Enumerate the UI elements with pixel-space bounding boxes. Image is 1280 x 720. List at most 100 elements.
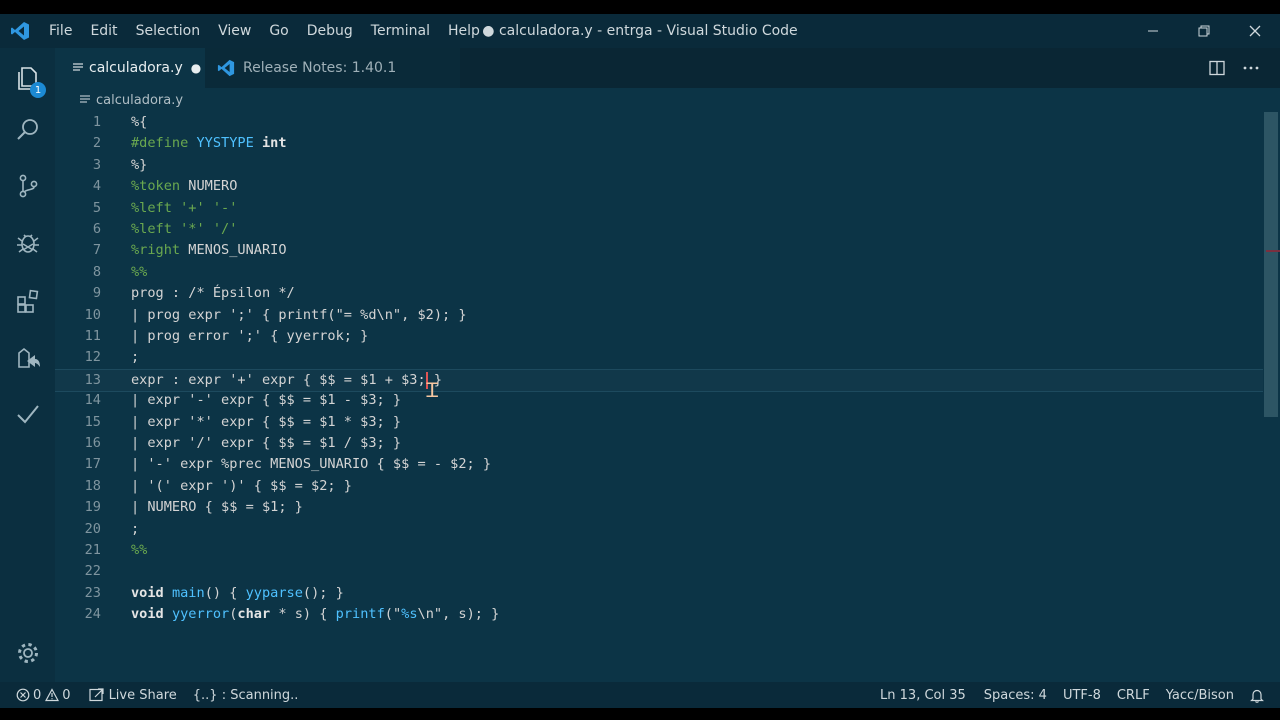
code-line[interactable]: 9 prog : /* Épsilon */ [55, 283, 1263, 304]
menu-help[interactable]: Help [439, 14, 489, 48]
warning-icon [45, 688, 60, 702]
split-editor-icon[interactable] [1200, 60, 1234, 76]
line-number: 10 [84, 306, 101, 323]
line-code: %token NUMERO [131, 176, 237, 197]
code-line[interactable]: 15 | expr '*' expr { $$ = $1 * $3; } [55, 412, 1263, 433]
line-number: 3 [92, 156, 101, 173]
search-icon[interactable] [0, 105, 55, 155]
line-code: #define YYSTYPE int [131, 133, 287, 154]
code-line[interactable]: 17 | '-' expr %prec MENOS_UNARIO { $$ = -… [55, 454, 1263, 475]
minimize-button[interactable] [1127, 14, 1178, 48]
menu-terminal[interactable]: Terminal [362, 14, 439, 48]
tab-calculadora[interactable]: calculadora.y ● [55, 48, 205, 88]
code-line[interactable]: 11 | prog error ';' { yyerrok; } [55, 326, 1263, 347]
code-line[interactable]: 8%% [55, 262, 1263, 283]
code-token: printf [335, 606, 385, 623]
encoding-status[interactable]: UTF-8 [1057, 688, 1107, 703]
code-line[interactable]: 4 %token NUMERO [55, 176, 1263, 197]
code-line[interactable]: 3%} [55, 155, 1263, 176]
breadcrumb-file[interactable]: calculadora.y [96, 93, 183, 108]
code-line[interactable]: 16 | expr '/' expr { $$ = $1 / $3; } [55, 433, 1263, 454]
code-line[interactable]: 6 %left '*' '/' [55, 219, 1263, 240]
source-control-icon[interactable] [0, 161, 55, 211]
code-line[interactable]: 19 | NUMERO { $$ = $1; } [55, 497, 1263, 518]
debug-icon[interactable] [0, 218, 55, 268]
code-token: void [131, 606, 164, 623]
line-code: | '(' expr ')' { $$ = $2; } [131, 476, 352, 497]
line-number: 14 [84, 392, 101, 409]
line-number: 7 [92, 242, 101, 259]
unsaved-dot-icon[interactable]: ● [191, 61, 201, 75]
code-token: | expr '/' expr { $$ = $1 / $3; } [131, 435, 402, 451]
close-icon [1249, 25, 1260, 37]
scrollbar-thumb[interactable] [1264, 112, 1278, 417]
file-lines-icon [73, 63, 83, 73]
code-token: int [261, 135, 287, 152]
code-line[interactable]: 18 | '(' expr ')' { $$ = $2; } [55, 476, 1263, 497]
restore-button[interactable] [1178, 14, 1229, 48]
code-editor[interactable]: 1 %{2 #define YYSTYPE int 3%} 4 %token NUMERO… [55, 112, 1280, 682]
line-code: | expr '/' expr { $$ = $1 / $3; } [131, 433, 401, 454]
code-line[interactable]: 22 [55, 561, 1263, 582]
scanning-status[interactable]: {..} : Scanning.. [187, 688, 305, 703]
gear-icon[interactable] [0, 628, 55, 678]
code-line[interactable]: 21%% [55, 540, 1263, 561]
line-code: %left '+' '-' [131, 198, 237, 219]
line-number: 23 [84, 584, 101, 601]
menu-selection[interactable]: Selection [127, 14, 210, 48]
code-line[interactable]: 24 void yyerror(char * s) { printf("%s\n"… [55, 604, 1263, 625]
line-number: 4 [92, 178, 101, 195]
notifications-bell-icon[interactable] [1244, 688, 1270, 703]
code-line[interactable]: 12; [55, 347, 1263, 368]
explorer-icon[interactable]: 1 [0, 53, 55, 103]
code-line[interactable]: 14 | expr '-' expr { $$ = $1 - $3; } [55, 390, 1263, 411]
code-line[interactable]: 1 %{ [55, 112, 1263, 133]
line-code: | NUMERO { $$ = $1; } [131, 497, 303, 518]
code-token: ; [131, 349, 140, 366]
line-code: %{ [131, 112, 147, 133]
code-line[interactable]: 5 %left '+' '-' [55, 198, 1263, 219]
code-token: NUMERO [180, 178, 238, 195]
code-line[interactable]: 10 | prog expr ';' { printf("= %d\n", $2)… [55, 305, 1263, 326]
eol-status[interactable]: CRLF [1111, 688, 1156, 703]
code-token: yyparse [245, 584, 303, 601]
code-line[interactable]: 7 %right MENOS_UNARIO [55, 240, 1263, 261]
indentation-status[interactable]: Spaces: 4 [978, 688, 1053, 703]
activity-bar: 1 [0, 48, 55, 682]
code-token: %left '*' '/' [131, 221, 238, 237]
title-bar: File Edit Selection View Go Debug Termin… [0, 14, 1280, 48]
tab-release-notes[interactable]: Release Notes: 1.40.1 [205, 48, 460, 88]
more-actions-icon[interactable] [1234, 66, 1268, 70]
checkmark-icon[interactable] [0, 389, 55, 439]
menu-file[interactable]: File [40, 14, 81, 48]
line-number: 5 [92, 199, 101, 216]
line-code: expr : expr '+' expr { $$ = $1 + $3; } [131, 370, 442, 391]
menu-go[interactable]: Go [260, 14, 297, 48]
menu-view[interactable]: View [209, 14, 260, 48]
problems-indicator[interactable]: 0 0 [10, 688, 77, 703]
status-bar: 0 0 Live Share {..} : Scanning.. Ln 13, … [0, 682, 1280, 708]
menu-edit[interactable]: Edit [81, 14, 126, 48]
vertical-scrollbar[interactable] [1263, 112, 1280, 682]
line-code: void yyerror(char * s) { printf("%s\n", … [131, 604, 499, 625]
code-line[interactable]: 2 #define YYSTYPE int [55, 133, 1263, 154]
line-code: | expr '*' expr { $$ = $1 * $3; } [131, 412, 401, 433]
code-line[interactable]: 13 expr : expr '+' expr { $$ = $1 + $3; } [55, 368, 1263, 392]
code-token: YYSTYPE [196, 135, 254, 152]
extensions-icon[interactable] [0, 276, 55, 326]
tab-label: calculadora.y [89, 60, 183, 76]
cursor-position[interactable]: Ln 13, Col 35 [874, 688, 972, 703]
live-share-icon[interactable] [0, 333, 55, 383]
language-mode[interactable]: Yacc/Bison [1160, 688, 1240, 703]
bottom-letterbox [0, 708, 1280, 720]
live-share-status[interactable]: Live Share [83, 688, 183, 703]
code-token: | NUMERO { $$ = $1; } [131, 499, 303, 516]
code-token: prog : /* Épsilon */ [131, 285, 295, 302]
code-line[interactable]: 20; [55, 519, 1263, 540]
menu-debug[interactable]: Debug [298, 14, 362, 48]
line-number: 20 [84, 520, 101, 537]
breadcrumb: calculadora.y [55, 88, 1280, 112]
code-line[interactable]: 23 void main() { yyparse(); } [55, 583, 1263, 604]
close-button[interactable] [1229, 14, 1280, 48]
